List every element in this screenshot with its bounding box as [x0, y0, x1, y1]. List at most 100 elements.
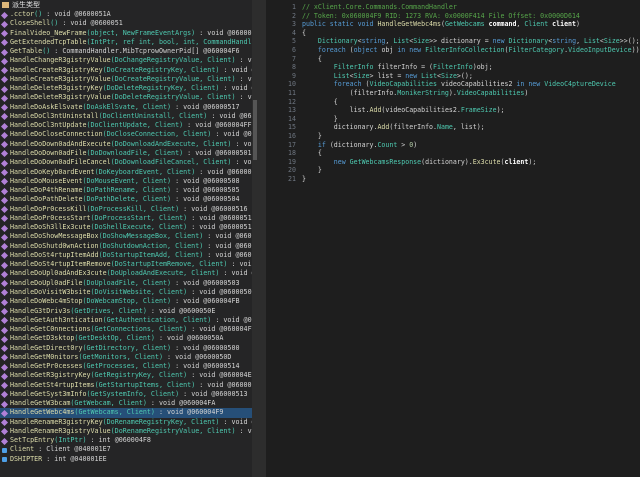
code-line: 18 { [266, 149, 640, 158]
tree-row[interactable]: GetTable() : CommandHandler.MibTcprowOwn… [0, 47, 258, 56]
tree-header-derived-types[interactable]: 派生类型 [0, 0, 258, 10]
code-token: List [393, 37, 410, 46]
tree-row-name: HandleDoCloseConnection [10, 130, 103, 139]
tree-row[interactable]: HandleDoAskElSvate(DoAskElSvate, Client)… [0, 103, 258, 112]
tree-row-ret: : void @06000514 [171, 362, 240, 371]
tree-scrollbar-thumb[interactable] [253, 100, 257, 160]
tree-row[interactable]: HandleGetM0nitors(GetMonitors, Client) :… [0, 353, 258, 362]
tree-row-params: (IntPtr, ref int, bool, int, CommandHand… [86, 37, 259, 46]
code-token: list. [302, 106, 370, 115]
tree-row-params: (DoAskElSvate, Client) [82, 102, 172, 111]
code-view[interactable]: 1 // xClient.Core.Commands.CommandHandler… [266, 0, 640, 477]
tree-row[interactable]: FinalVideo_NewFrame(object, NewFrameEven… [0, 29, 258, 38]
tree-row[interactable]: HandleG3tDriv3s(GetDrives, Client) : voi… [0, 307, 258, 316]
tree-row[interactable]: HandleDoPathDelete(DoPathDelete, Client)… [0, 195, 258, 204]
tree-row[interactable]: HandleDoKeyb0ardEvent(DoKeyboardEvent, C… [0, 168, 258, 177]
tree-row[interactable]: HandleDoDown0adAndExecute(DoDownloadAndE… [0, 140, 258, 149]
tree-row[interactable]: Client : Client @040001E7 [0, 445, 258, 454]
tree-row[interactable]: HandleDoP4thRename(DoPathRename, Client)… [0, 186, 258, 195]
line-number: 4 [292, 28, 296, 37]
tree-row-name: HandleDoDown0adAndExecute [10, 139, 111, 148]
code-token: Count [377, 140, 398, 149]
assembly-tree[interactable]: 派生类型 .cctor() : void @0600051A CloseShell… [0, 0, 258, 477]
tree-row-ret: : void @06000503 [171, 278, 240, 287]
tree-row-name: CloseShell [10, 19, 51, 28]
tree-row[interactable]: HandleGetR3gistryKey(GetRegistryKey, Cli… [0, 371, 258, 380]
method-icon [0, 317, 9, 325]
tree-row[interactable]: HandleGetDirect0ry(GetDirectory, Client)… [0, 344, 258, 353]
code-token: VideoCapabilities [456, 89, 525, 97]
tree-row[interactable]: HandleChangeR3gistryValue(DoChangeRegist… [0, 56, 258, 65]
tree-row[interactable]: HandleDoShowMessageBox(DoShowMessageBox,… [0, 232, 258, 241]
tree-row-ret: : void @0600050A [154, 334, 224, 343]
code-token: Dictionary [508, 37, 549, 46]
tree-row[interactable]: CloseShell() : void @0600051 [0, 19, 258, 28]
tree-row[interactable]: HandleCreateR3gistryKey(DoCreateRegistry… [0, 66, 258, 75]
tree-row[interactable]: HandleDoVisitW3bsite(DoVisitWebsite, Cli… [0, 288, 258, 297]
tree-row-params: (GetAuthentication, Client) [102, 315, 212, 324]
tree-row[interactable]: HandleGetSt4rtupItems(GetStartupItems, C… [0, 381, 258, 390]
line-number: 17 [288, 140, 296, 149]
tree-row-name: GetExtendedTcpTable [10, 37, 87, 46]
pane-splitter[interactable] [258, 0, 266, 477]
tree-row[interactable]: HandleDoMouseEvent(DoMouseEvent, Client)… [0, 177, 258, 186]
tree-row-ret: : int @040001EE [42, 454, 107, 463]
tree-row-ret: : void @06000505 [171, 186, 240, 195]
tree-row-name: HandleDoWebc4mStop [10, 297, 83, 306]
tree-row[interactable]: HandleCreateR3gistryValue(DoCreateRegist… [0, 75, 258, 84]
tree-row[interactable]: HandleDeleteR3gistryKey(DoDeleteRegistry… [0, 84, 258, 93]
tree-row-params: (DoUploadFile, Client) [82, 278, 172, 287]
tree-row[interactable]: HandleGetC0nnections(GetConnections, Cli… [0, 325, 258, 334]
tree-row[interactable]: HandleDoPr0cessStart(DoProcessStart, Cli… [0, 214, 258, 223]
tree-row-params: (DoStartupItemRemove, Client) [110, 260, 228, 269]
tree-row-name: HandleGetD3sktop [10, 334, 75, 343]
tree-row[interactable]: HandleDoPr0cessKill(DoProcessKill, Clien… [0, 205, 258, 214]
tree-row[interactable]: HandleDoDown0adFile(DoDownloadFile, Clie… [0, 149, 258, 158]
tree-row-ret: : void @0600050E [146, 306, 216, 315]
tree-row[interactable]: DSHIPTER : int @040001EE [0, 455, 258, 464]
tree-row[interactable]: HandleDoSt4rtupItemAdd(DoStartupItemAdd,… [0, 251, 258, 260]
tree-row[interactable]: HandleGetPr0cesses(GetProcesses, Client)… [0, 362, 258, 371]
tree-row[interactable]: HandleGetSyst3mInfo(GetSystemInfo, Clien… [0, 390, 258, 399]
tree-row[interactable]: HandleDoShutd0wnAction(DoShutdownAction,… [0, 242, 258, 251]
method-icon [0, 335, 9, 343]
tree-row[interactable]: HandleDoUpl0adAndEx3cute(DoUploadAndExec… [0, 269, 258, 278]
tree-row-name: HandleGetM0nitors [10, 352, 79, 361]
tree-row[interactable]: HandleDoCl3ntUninstall(DoClientUninstall… [0, 112, 258, 121]
tree-row[interactable]: HandleGetW3bcam(GetWebcam, Client) : voi… [0, 399, 258, 408]
tree-row[interactable]: HandleDoDown0adFileCancel(DoDownloadFile… [0, 158, 258, 167]
tree-row-name: DSHIPTER [10, 454, 43, 463]
tree-row[interactable]: SetTcpEntry(IntPtr) : int @060004F8 [0, 436, 258, 445]
tree-row-ret: : void @060004EC [187, 371, 256, 380]
tree-row-ret: : void @06000516 [179, 204, 248, 213]
tree-row[interactable]: HandleDeleteR3gistryValue(DoDeleteRegist… [0, 93, 258, 102]
tree-row[interactable]: HandleGetAuth3ntication(GetAuthenticatio… [0, 316, 258, 325]
tree-row[interactable]: HandleRenameR3gistryValue(DoRenameRegist… [0, 427, 258, 436]
tree-row[interactable]: HandleDoCloseConnection(DoCloseConnectio… [0, 130, 258, 139]
tree-row[interactable]: HandleDoWebc4mStop(DoWebcamStop, Client)… [0, 297, 258, 306]
tree-row[interactable]: HandleGetD3sktop(GetDesktOp, Client) : v… [0, 334, 258, 343]
tree-row-params: (DoStartupItemAdd, Client) [98, 250, 204, 259]
tree-row-name: HandleCreateR3gistryValue [10, 74, 111, 83]
tree-row[interactable]: HandleDoSt4rtupItemRemove(DoStartupItemR… [0, 260, 258, 269]
tree-row-name: HandleDoPr0cessKill [10, 204, 87, 213]
method-icon [0, 280, 9, 288]
code-token: obj [377, 46, 398, 54]
tree-row[interactable]: .cctor() : void @0600051A [0, 10, 258, 19]
method-icon [0, 409, 9, 417]
method-icon [0, 307, 9, 316]
tree-row[interactable]: HandleDoCl3ntUpdate(DoClientUpdate, Clie… [0, 121, 258, 130]
tree-row[interactable]: GetExtendedTcpTable(IntPtr, ref int, boo… [0, 38, 258, 47]
tree-row[interactable]: HandleGetWebc4ms(GetWebcams, Client) : v… [0, 408, 258, 418]
tree-row-name: HandleGetPr0cesses [10, 362, 83, 371]
tree-row-ret: : void @060004FF [183, 121, 252, 130]
method-icon [0, 20, 9, 28]
tree-row-name: HandleDoUpl0adAndEx3cute [10, 269, 107, 278]
code-token: FrameSize [460, 106, 497, 115]
tree-row-params: (DoDownloadFileCancel, Client) [110, 158, 232, 167]
tree-row[interactable]: HandleRenameR3gistryKey(DoRenameRegistry… [0, 418, 258, 427]
tree-row[interactable]: HandleDoSh3llEx3cute(DoShellExecute, Cli… [0, 223, 258, 232]
tree-row-name: HandleDoMouseEvent [10, 176, 83, 185]
tree-row[interactable]: HandleDoUpl0adFile(DoUploadFile, Client)… [0, 279, 258, 288]
